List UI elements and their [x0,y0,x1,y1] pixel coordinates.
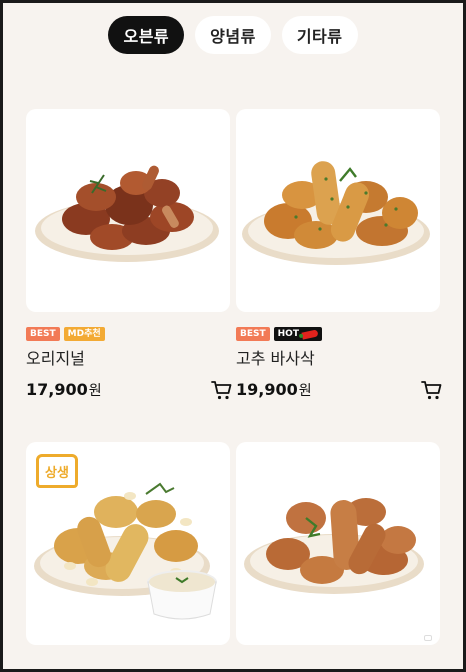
product-image[interactable] [236,442,440,645]
fried-chicken-image [244,498,424,594]
roasted-chicken-image [35,165,219,262]
tab-others[interactable]: 기타류 [281,16,358,54]
cart-icon[interactable] [210,378,234,402]
product-card-3[interactable]: 상생 [26,442,230,645]
pepper-crispy-chicken-image [242,161,430,265]
md-pick-badge: MD추천 [63,327,105,341]
badge-group: BEST HOT [236,327,440,342]
product-name[interactable]: 고추 바사삭 [236,348,440,370]
product-price: 17,900원 [26,380,102,399]
best-badge: BEST [26,327,60,341]
best-badge: BEST [236,327,270,341]
cart-icon[interactable] [420,378,444,402]
menu-page: 오븐류 양념류 기타류 BEST MD추천 오리지널 17,900원 BEST … [3,3,463,669]
sangsaeng-logo-badge: 상생 [36,454,78,488]
hot-badge: HOT [273,327,322,341]
product-card-original[interactable]: BEST MD추천 오리지널 17,900원 [26,109,232,404]
tab-seasoned[interactable]: 양념류 [195,16,271,54]
tab-oven[interactable]: 오븐류 [108,16,185,54]
price-row: 19,900원 [236,376,442,404]
chili-pepper-icon [301,328,319,340]
product-card-4[interactable] [236,442,440,645]
product-image[interactable] [26,109,230,312]
category-tabs: 오븐류 양념류 기타류 [3,16,463,54]
product-image[interactable]: 상생 [26,442,230,645]
product-image[interactable] [236,109,440,312]
badge-group: BEST MD추천 [26,327,230,342]
watermark [424,635,432,641]
product-name[interactable]: 오리지널 [26,348,230,370]
product-price: 19,900원 [236,380,312,399]
price-row: 17,900원 [26,376,232,404]
product-card-pepper-crispy[interactable]: BEST HOT 고추 바사삭 19,900원 [236,109,442,404]
